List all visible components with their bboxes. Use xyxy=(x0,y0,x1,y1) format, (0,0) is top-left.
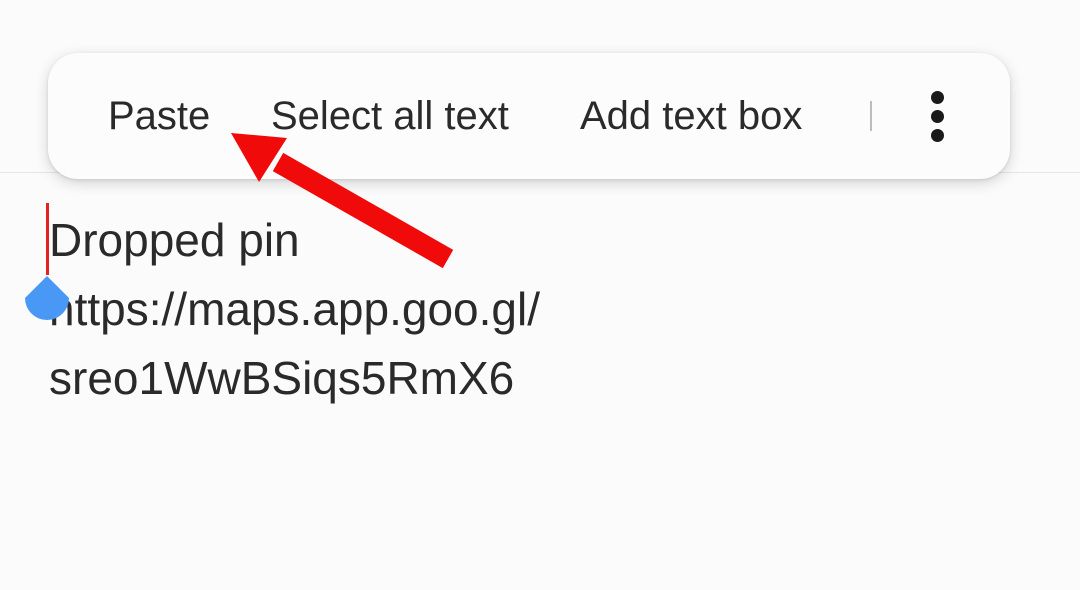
text-cursor xyxy=(46,203,49,275)
cursor-handle[interactable] xyxy=(24,275,70,325)
more-options-button[interactable] xyxy=(918,83,958,149)
paste-menu-item[interactable]: Paste xyxy=(108,53,210,179)
text-context-menu: Paste Select all text Add text box xyxy=(48,53,1010,179)
text-line-url-path: sreo1WwBSiqs5RmX6 xyxy=(49,352,515,404)
select-all-text-menu-item[interactable]: Select all text xyxy=(271,53,509,179)
text-line-title: Dropped pin xyxy=(49,214,300,266)
text-line-url: https://maps.app.goo.gl/ xyxy=(49,283,540,335)
screen: Dropped pin https://maps.app.goo.gl/ sre… xyxy=(0,0,1080,590)
note-text-area[interactable]: Dropped pin https://maps.app.goo.gl/ sre… xyxy=(49,206,1029,413)
menu-separator xyxy=(870,101,872,131)
add-text-box-menu-item[interactable]: Add text box xyxy=(580,53,802,179)
